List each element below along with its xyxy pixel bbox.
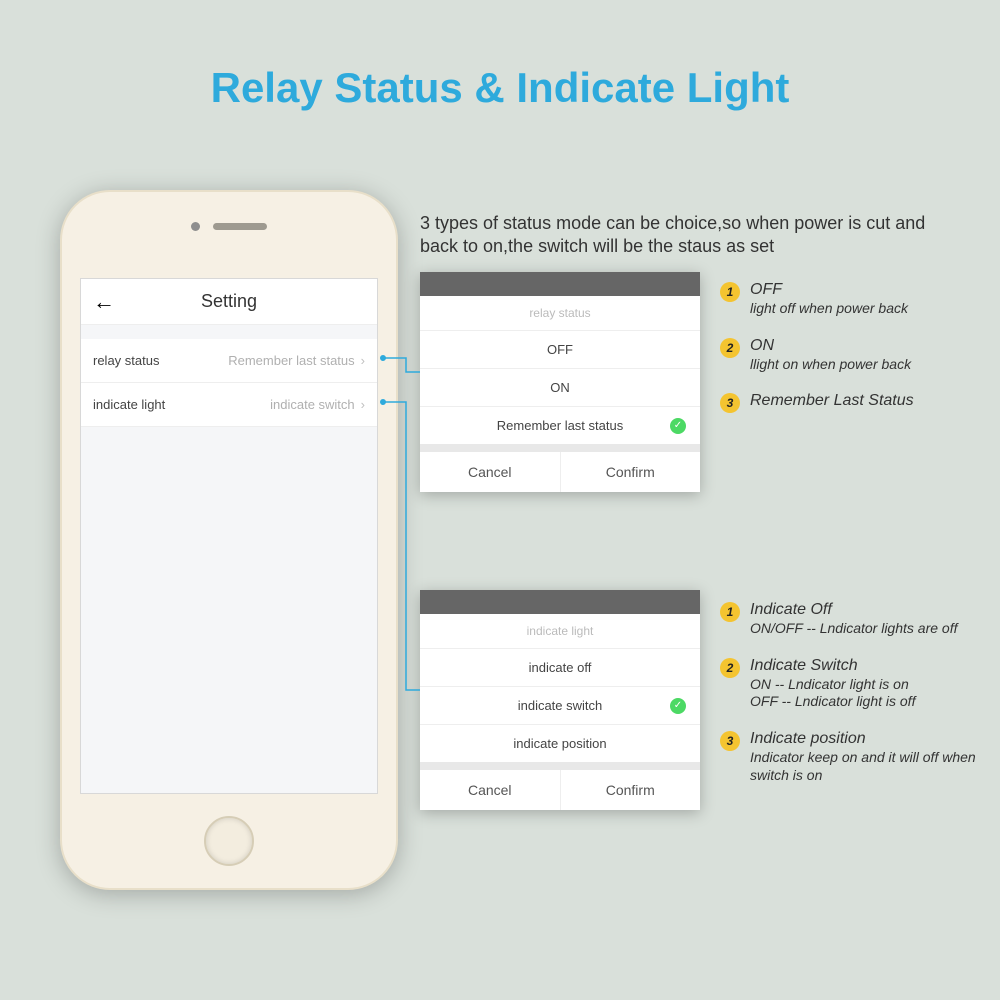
annot-number-badge: 1 — [720, 282, 740, 302]
annot-item: 2 Indicate Switch ON -- Lndicator light … — [720, 656, 990, 711]
option-label: indicate position — [513, 736, 606, 751]
row-value: indicate switch — [165, 397, 354, 412]
annot-number-badge: 2 — [720, 658, 740, 678]
annot-title: OFF — [750, 280, 908, 299]
option-remember[interactable]: Remember last status ✓ — [420, 406, 700, 444]
annotation-list-bottom: 1 Indicate Off ON/OFF -- Lndicator light… — [720, 600, 990, 802]
option-label: ON — [550, 380, 570, 395]
annot-item: 3 Indicate position Indicator keep on an… — [720, 729, 990, 784]
annot-desc: Indicator keep on and it will off when s… — [750, 749, 990, 784]
home-button[interactable] — [204, 816, 254, 866]
option-off[interactable]: OFF — [420, 330, 700, 368]
sheet-title: relay status — [420, 296, 700, 330]
option-indicate-off[interactable]: indicate off — [420, 648, 700, 686]
option-indicate-position[interactable]: indicate position — [420, 724, 700, 762]
nav-title: Setting — [127, 291, 331, 312]
annot-desc: llight on when power back — [750, 356, 911, 374]
phone-top — [62, 192, 396, 236]
row-relay-status[interactable]: relay status Remember last status › — [81, 339, 377, 383]
annot-item: 3 Remember Last Status — [720, 391, 990, 413]
sheet-grey-bar — [420, 590, 700, 614]
option-label: indicate off — [529, 660, 592, 675]
settings-list: relay status Remember last status › indi… — [81, 339, 377, 427]
annot-desc: ON -- Lndicator light is on OFF -- Lndic… — [750, 676, 915, 711]
nav-bar: ← Setting — [81, 279, 377, 325]
annot-title: Remember Last Status — [750, 391, 914, 410]
annot-item: 1 Indicate Off ON/OFF -- Lndicator light… — [720, 600, 990, 638]
annot-item: 2 ON llight on when power back — [720, 336, 990, 374]
row-label: indicate light — [93, 397, 165, 412]
option-label: indicate switch — [518, 698, 603, 713]
chevron-right-icon: › — [361, 397, 365, 412]
confirm-button[interactable]: Confirm — [560, 452, 701, 492]
phone-speaker-icon — [213, 223, 267, 230]
confirm-button[interactable]: Confirm — [560, 770, 701, 810]
annot-item: 1 OFF light off when power back — [720, 280, 990, 318]
back-button[interactable]: ← — [81, 289, 127, 315]
intro-text: 3 types of status mode can be choice,so … — [420, 212, 960, 257]
annot-number-badge: 2 — [720, 338, 740, 358]
phone-screen: ← Setting relay status Remember last sta… — [80, 278, 378, 794]
option-indicate-switch[interactable]: indicate switch ✓ — [420, 686, 700, 724]
cancel-button[interactable]: Cancel — [420, 452, 560, 492]
cancel-button[interactable]: Cancel — [420, 770, 560, 810]
annot-desc: light off when power back — [750, 300, 908, 318]
annotation-list-top: 1 OFF light off when power back 2 ON lli… — [720, 280, 990, 431]
chevron-right-icon: › — [361, 353, 365, 368]
row-value: Remember last status — [159, 353, 354, 368]
check-icon: ✓ — [670, 418, 686, 434]
sheet-indicate-light: indicate light indicate off indicate swi… — [420, 590, 700, 810]
page-title: Relay Status & Indicate Light — [0, 0, 1000, 144]
annot-desc: ON/OFF -- Lndicator lights are off — [750, 620, 957, 638]
annot-number-badge: 1 — [720, 602, 740, 622]
annot-number-badge: 3 — [720, 393, 740, 413]
phone-camera-icon — [191, 222, 200, 231]
annot-title: Indicate position — [750, 729, 990, 748]
option-label: Remember last status — [497, 418, 623, 433]
arrow-left-icon: ← — [93, 289, 115, 314]
sheet-title: indicate light — [420, 614, 700, 648]
row-label: relay status — [93, 353, 159, 368]
option-on[interactable]: ON — [420, 368, 700, 406]
annot-title: ON — [750, 336, 911, 355]
check-icon: ✓ — [670, 698, 686, 714]
option-label: OFF — [547, 342, 573, 357]
row-indicate-light[interactable]: indicate light indicate switch › — [81, 383, 377, 427]
sheet-relay-status: relay status OFF ON Remember last status… — [420, 272, 700, 492]
sheet-grey-bar — [420, 272, 700, 296]
annot-number-badge: 3 — [720, 731, 740, 751]
annot-title: Indicate Off — [750, 600, 957, 619]
annot-title: Indicate Switch — [750, 656, 915, 675]
phone-mockup: ← Setting relay status Remember last sta… — [60, 190, 398, 890]
